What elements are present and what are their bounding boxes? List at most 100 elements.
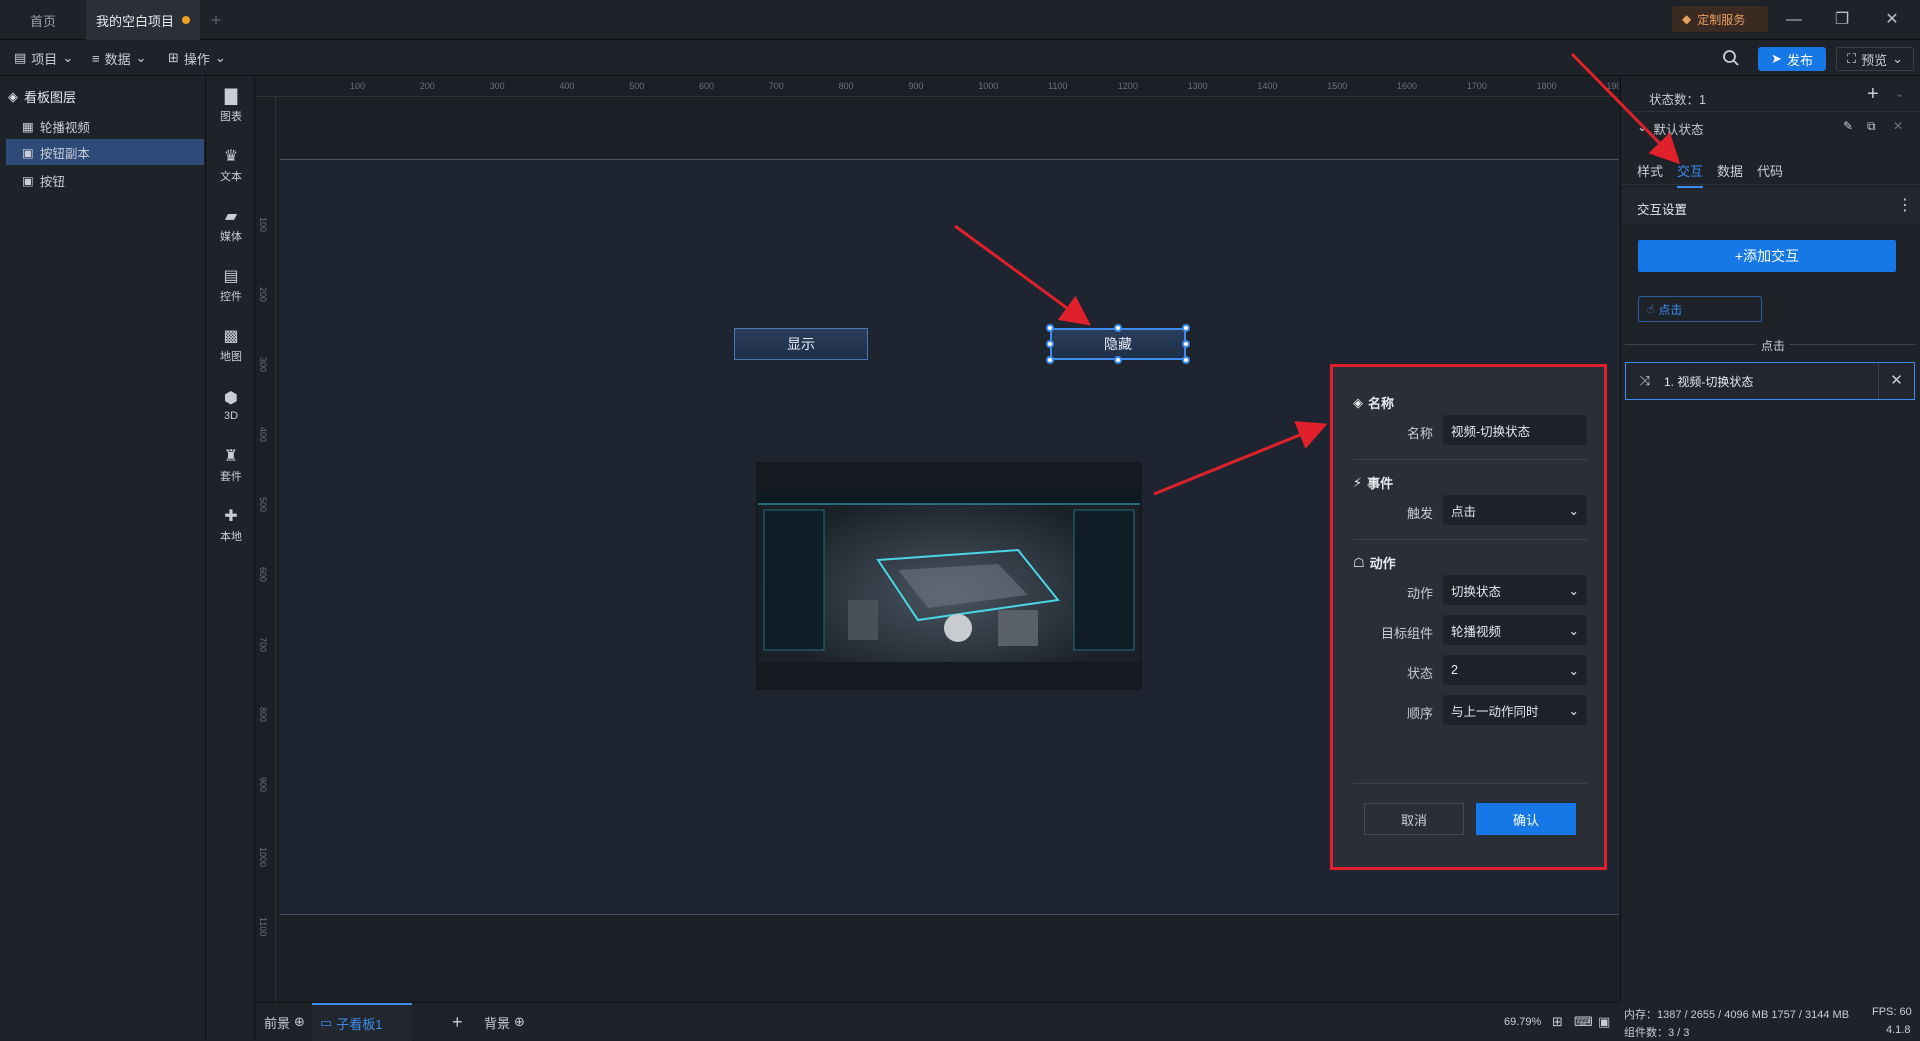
add-interaction-button[interactable]: +添加交互 — [1638, 240, 1896, 272]
trigger-value: 点击 — [1451, 504, 1477, 519]
event-tag-label: 点击 — [1658, 302, 1683, 317]
section-label: 事件 — [1367, 476, 1394, 491]
resize-handle[interactable] — [1046, 340, 1054, 348]
show-button[interactable]: 显示 — [734, 328, 868, 360]
default-state-row[interactable]: ⌄ 默认状态 — [1637, 119, 1704, 138]
chart-icon: ▇ — [224, 88, 238, 105]
send-icon: ➤ — [1771, 51, 1782, 66]
diamond-icon: ◆ — [1682, 12, 1692, 26]
fit-screen-icon[interactable]: ⊞ — [1552, 1003, 1563, 1041]
order-select[interactable]: 与上一动作同时 ⌄ — [1443, 695, 1587, 725]
minimize-icon[interactable]: — — [1782, 8, 1806, 32]
zoom-level[interactable]: 69.79% — [1504, 1003, 1541, 1041]
tool-widget[interactable]: ▤ 控件 — [207, 257, 255, 313]
publish-button[interactable]: ➤ 发布 — [1758, 47, 1826, 71]
resize-handle[interactable] — [1182, 356, 1190, 364]
resize-handle[interactable] — [1046, 356, 1054, 364]
name-section-title: ◈ 名称 — [1353, 393, 1394, 412]
trigger-select[interactable]: 点击 ⌄ — [1443, 495, 1587, 525]
section-label: 动作 — [1369, 556, 1396, 571]
ruler-label: 900 — [908, 81, 924, 91]
layer-item[interactable]: ▣ 按钮副本 — [6, 139, 204, 165]
tool-kit[interactable]: ♜ 套件 — [207, 437, 255, 493]
subboard-tab[interactable]: ▭ 子看板1 — [312, 1003, 412, 1041]
more-icon[interactable]: ⋮ — [1897, 195, 1913, 215]
carousel-video[interactable] — [756, 462, 1142, 690]
add-board-icon[interactable]: + — [452, 1003, 463, 1041]
divider — [1353, 783, 1587, 784]
search-icon[interactable] — [1722, 49, 1740, 67]
component-count: 组件数：3 / 3 — [1624, 1027, 1690, 1039]
name-input[interactable]: 视频-切换状态 — [1443, 415, 1587, 445]
resize-handle[interactable] — [1114, 356, 1122, 364]
action-item-label: 1. 视频-切换状态 — [1664, 374, 1754, 389]
target-select[interactable]: 轮播视频 ⌄ — [1443, 615, 1587, 645]
tab-data[interactable]: 数据 — [1717, 161, 1743, 180]
menu-project[interactable]: ▤ 项目 ⌄ — [14, 48, 73, 68]
layer-item[interactable]: ▦ 轮播视频 — [6, 113, 204, 139]
menu-data[interactable]: ≡ 数据 ⌄ — [92, 48, 147, 68]
restore-icon[interactable]: ❐ — [1830, 8, 1854, 32]
tool-map[interactable]: ▩ 地图 — [207, 317, 255, 373]
tool-text[interactable]: ♛ 文本 — [207, 137, 255, 193]
tab-interaction[interactable]: 交互 — [1677, 161, 1704, 188]
tab-home[interactable]: 首页 — [0, 0, 86, 40]
puzzle-icon: ✚ — [224, 508, 238, 525]
add-circle-icon[interactable]: ⊕ — [294, 1014, 305, 1030]
remove-icon[interactable]: ✕ — [1878, 363, 1914, 399]
ruler-label: 500 — [258, 497, 268, 513]
resize-handle[interactable] — [1046, 324, 1054, 332]
close-window-icon[interactable]: ✕ — [1880, 8, 1904, 32]
diamond-outline-icon: ◈ — [1353, 394, 1363, 410]
action-label: 动作 — [1406, 586, 1433, 601]
action-select[interactable]: 切换状态 ⌄ — [1443, 575, 1587, 605]
tool-media[interactable]: ▰ 媒体 — [207, 197, 255, 253]
layer-item[interactable]: ▣ 按钮 — [6, 167, 204, 193]
ruler-label: 900 — [258, 777, 268, 793]
resize-handle[interactable] — [1182, 324, 1190, 332]
trigger-label: 触发 — [1406, 506, 1433, 521]
tool-3d[interactable]: ⬢ 3D — [207, 377, 255, 433]
properties-panel: 状态数：1 + ⌄ ⌄ 默认状态 ✎ ⧉ ✕ 样式 交互 数据 代码 交互设置 ⋮… — [1620, 77, 1920, 1002]
state-select[interactable]: 2 ⌄ — [1443, 655, 1587, 685]
add-circle-icon[interactable]: ⊕ — [514, 1014, 525, 1030]
tab-style[interactable]: 样式 — [1637, 161, 1663, 180]
target-label: 目标组件 — [1380, 626, 1433, 641]
tool-label: 控件 — [220, 291, 242, 303]
custom-service-button[interactable]: ◆ 定制服务 — [1672, 6, 1768, 32]
text-icon: ♛ — [223, 148, 239, 165]
order-label: 顺序 — [1406, 706, 1433, 721]
tab-code[interactable]: 代码 — [1757, 161, 1783, 180]
chevron-down-icon[interactable]: ⌄ — [1895, 87, 1904, 100]
tool-chart[interactable]: ▇ 图表 — [207, 77, 255, 133]
copy-icon[interactable]: ⧉ — [1867, 119, 1876, 134]
ruler-label: 1700 — [1466, 81, 1487, 91]
tool-label: 套件 — [220, 471, 242, 483]
foreground-tab[interactable]: 前景 ⊕ — [264, 1003, 305, 1041]
cancel-button[interactable]: 取消 — [1364, 803, 1464, 835]
default-state-label: 默认状态 — [1653, 123, 1704, 137]
tool-local[interactable]: ✚ 本地 — [207, 497, 255, 553]
edit-icon[interactable]: ✎ — [1843, 119, 1853, 133]
keyboard-icon[interactable]: ⌨ — [1574, 1003, 1593, 1041]
terminal-icon[interactable]: ▣ — [1598, 1003, 1610, 1041]
confirm-button[interactable]: 确认 — [1476, 803, 1576, 835]
background-tab[interactable]: 背景 ⊕ — [484, 1003, 525, 1041]
add-tab-icon[interactable]: + — [206, 10, 226, 30]
add-state-icon[interactable]: + — [1867, 83, 1879, 106]
chevron-down-icon: ⌄ — [1637, 120, 1648, 134]
action-list-item[interactable]: ⤨ 1. 视频-切换状态 ✕ — [1625, 362, 1915, 400]
resize-handle[interactable] — [1182, 340, 1190, 348]
cube-icon: ⬢ — [224, 390, 238, 407]
ruler-label: 1800 — [1536, 81, 1557, 91]
component-toolbar: ▇ 图表 ♛ 文本 ▰ 媒体 ▤ 控件 ▩ 地图 ⬢ 3D ♜ 套件 ✚ 本地 — [207, 77, 255, 1040]
resize-handle[interactable] — [1114, 324, 1122, 332]
close-icon[interactable]: ✕ — [1893, 119, 1903, 133]
preview-button[interactable]: ⛶ 预览 ⌄ — [1836, 47, 1914, 71]
unsaved-dot — [182, 16, 190, 24]
memory-status: 内存：1387 / 2655 / 4096 MB 1757 / 3144 MB — [1624, 1009, 1850, 1021]
ruler-label: 700 — [768, 81, 784, 91]
menu-operate[interactable]: ⊞ 操作 ⌄ — [168, 48, 226, 68]
ruler-label: 1000 — [258, 847, 268, 868]
event-tag[interactable]: ☝ 点击 — [1638, 296, 1762, 322]
